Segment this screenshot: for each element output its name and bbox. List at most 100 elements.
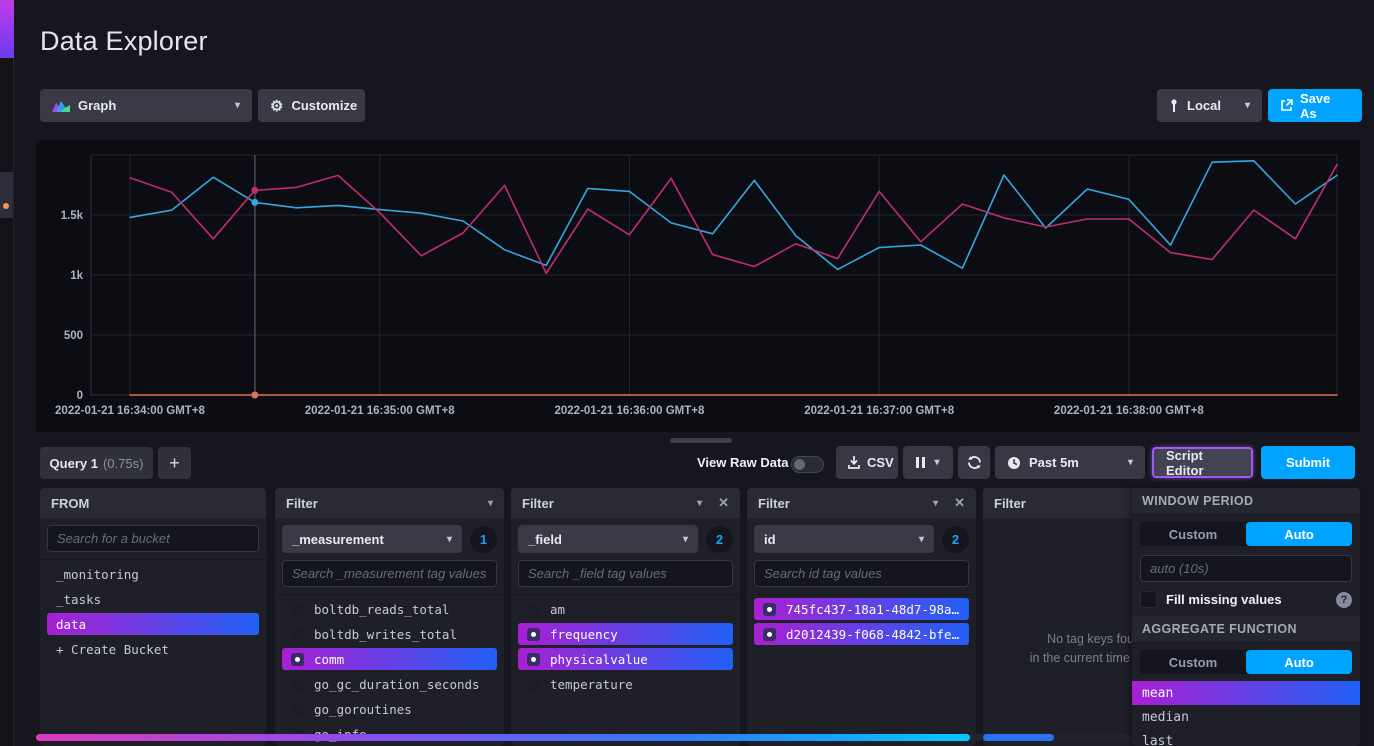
graph-canvas[interactable]: 05001k1.5k2022-01-21 16:34:00 GMT+82022-… — [36, 140, 1360, 432]
selected-count-badge: 2 — [706, 526, 733, 553]
tag-key-dropdown[interactable]: id ▾ — [754, 525, 934, 553]
save-as-button[interactable]: Save As — [1268, 89, 1362, 122]
list-item[interactable]: mean — [1132, 681, 1360, 705]
series-blue-hover-dot — [251, 199, 258, 206]
x-tick-label: 2022-01-21 16:37:00 GMT+8 — [804, 405, 955, 417]
query-tab-1[interactable]: Query 1 (0.75s) — [40, 447, 153, 479]
list-item[interactable]: + Create Bucket — [47, 638, 259, 660]
refresh-button[interactable] — [958, 446, 990, 479]
checkbox-icon — [527, 603, 540, 616]
filter-title: Filter — [994, 496, 1026, 511]
close-icon[interactable]: ✕ — [718, 495, 729, 511]
list-item-label: last — [1142, 734, 1173, 746]
divider — [40, 559, 266, 560]
id-search-input[interactable] — [754, 560, 969, 587]
measurement-search-input[interactable] — [282, 560, 497, 587]
gear-icon: ⚙ — [270, 97, 283, 115]
list-item-label: data — [56, 617, 86, 632]
visualization-type-dropdown[interactable]: Graph ▾ — [40, 89, 252, 122]
bucket-list: _monitoring _tasksdata + Create Bucket — [47, 563, 259, 660]
list-item[interactable]: go_gc_duration_seconds — [282, 673, 497, 695]
customize-button[interactable]: ⚙ Customize — [258, 89, 365, 122]
list-item-label: go_goroutines — [314, 702, 412, 717]
checkbox-icon — [291, 603, 304, 616]
field-search-input[interactable] — [518, 560, 733, 587]
window-period-panel: WINDOW PERIOD Custom Auto Fill missing v… — [1132, 488, 1360, 746]
chevron-down-icon[interactable]: ▾ — [488, 498, 493, 509]
list-item[interactable]: _tasks — [47, 588, 259, 610]
local-dropdown[interactable]: Local ▾ — [1157, 89, 1262, 122]
list-item[interactable]: am — [518, 598, 733, 620]
fill-missing-values-label: Fill missing values — [1166, 592, 1327, 607]
toggle-knob — [794, 459, 805, 470]
bucket-search-input[interactable] — [47, 525, 259, 552]
x-tick-label: 2022-01-21 16:35:00 GMT+8 — [305, 405, 456, 417]
y-tick-label: 0 — [77, 390, 83, 402]
filter-panel-header: Filter ▾ — [275, 488, 504, 518]
chevron-down-icon: ▾ — [235, 100, 240, 111]
tag-key-label: id — [764, 532, 776, 547]
x-tick-label: 2022-01-21 16:34:00 GMT+8 — [55, 405, 206, 417]
add-query-button[interactable]: + — [158, 447, 191, 479]
list-item[interactable]: d2012439-f068-4842-bfef-8… — [754, 623, 969, 645]
from-panel-header: FROM — [40, 488, 266, 518]
submit-button[interactable]: Submit — [1261, 446, 1355, 479]
chevron-down-icon: ▾ — [447, 534, 452, 545]
view-raw-data-toggle[interactable] — [791, 456, 824, 473]
window-period-input[interactable] — [1140, 555, 1352, 582]
tag-key-dropdown[interactable]: _field ▾ — [518, 525, 698, 553]
aggregate-custom-button[interactable]: Custom — [1140, 650, 1246, 674]
close-icon[interactable]: ✕ — [954, 495, 965, 511]
list-item-label: comm — [314, 652, 344, 667]
filter-panel-field: Filter ▾ ✕ _field ▾ 2 amfrequencyphysica… — [511, 488, 740, 746]
checkbox-checked-icon — [291, 653, 304, 666]
builder-scrollbar-thumb[interactable] — [36, 734, 970, 741]
window-custom-button[interactable]: Custom — [1140, 522, 1246, 546]
checkbox-checked-icon — [763, 603, 776, 616]
list-item[interactable]: frequency — [518, 623, 733, 645]
list-item[interactable]: 745fc437-18a1-48d7-98a6-7… — [754, 598, 969, 620]
list-item[interactable]: last — [1132, 729, 1360, 746]
list-item-label: d2012439-f068-4842-bfef-8… — [786, 627, 960, 642]
data-explorer-page: { "header": { "title": "Data Explorer" }… — [0, 0, 1374, 746]
download-csv-button[interactable]: CSV — [836, 446, 898, 479]
list-item[interactable]: data — [47, 613, 259, 635]
graph-horizontal-scrollbar[interactable] — [670, 438, 732, 443]
list-item[interactable]: boltdb_reads_total — [282, 598, 497, 620]
view-raw-data-label: View Raw Data — [697, 455, 789, 470]
list-item[interactable]: physicalvalue — [518, 648, 733, 670]
chevron-down-icon[interactable]: ▾ — [933, 498, 938, 509]
x-tick-label: 2022-01-21 16:36:00 GMT+8 — [554, 405, 705, 417]
script-editor-label: Script Editor — [1166, 448, 1239, 478]
chevron-down-icon: ▾ — [1245, 100, 1250, 111]
list-item[interactable]: boltdb_writes_total — [282, 623, 497, 645]
nav-rail-notification-dot — [3, 203, 9, 209]
tag-key-dropdown[interactable]: _measurement ▾ — [282, 525, 462, 553]
list-item[interactable]: median — [1132, 705, 1360, 729]
tag-key-label: _measurement — [292, 532, 384, 547]
list-item[interactable]: go_goroutines — [282, 698, 497, 720]
chevron-down-icon[interactable]: ▾ — [697, 498, 702, 509]
chevron-down-icon: ▾ — [1128, 457, 1133, 468]
fill-missing-values-checkbox[interactable] — [1140, 591, 1157, 608]
aggregate-auto-button[interactable]: Auto — [1246, 650, 1352, 674]
query-tab-label: Query 1 — [50, 456, 98, 471]
script-editor-button[interactable]: Script Editor — [1152, 447, 1253, 478]
chevron-down-icon: ▾ — [919, 534, 924, 545]
window-auto-button[interactable]: Auto — [1246, 522, 1352, 546]
list-item[interactable]: comm — [282, 648, 497, 670]
graph-type-icon — [52, 99, 70, 112]
checkbox-icon — [291, 703, 304, 716]
local-label: Local — [1187, 98, 1221, 113]
filter-panel-id: Filter ▾ ✕ id ▾ 2 745fc437-18a1-48d7-98a… — [747, 488, 976, 746]
help-icon[interactable]: ? — [1336, 592, 1352, 608]
list-item[interactable]: _monitoring — [47, 563, 259, 585]
fill-missing-values-row: Fill missing values ? — [1140, 591, 1352, 608]
list-item-label: temperature — [550, 677, 633, 692]
list-item[interactable]: temperature — [518, 673, 733, 695]
time-range-dropdown[interactable]: Past 5m ▾ — [995, 446, 1145, 479]
id-list: 745fc437-18a1-48d7-98a6-7… d2012439-f068-… — [754, 598, 969, 645]
checkbox-icon — [291, 678, 304, 691]
panel-scrollbar-thumb[interactable] — [983, 734, 1054, 741]
pause-button[interactable]: ▾ — [903, 446, 953, 479]
